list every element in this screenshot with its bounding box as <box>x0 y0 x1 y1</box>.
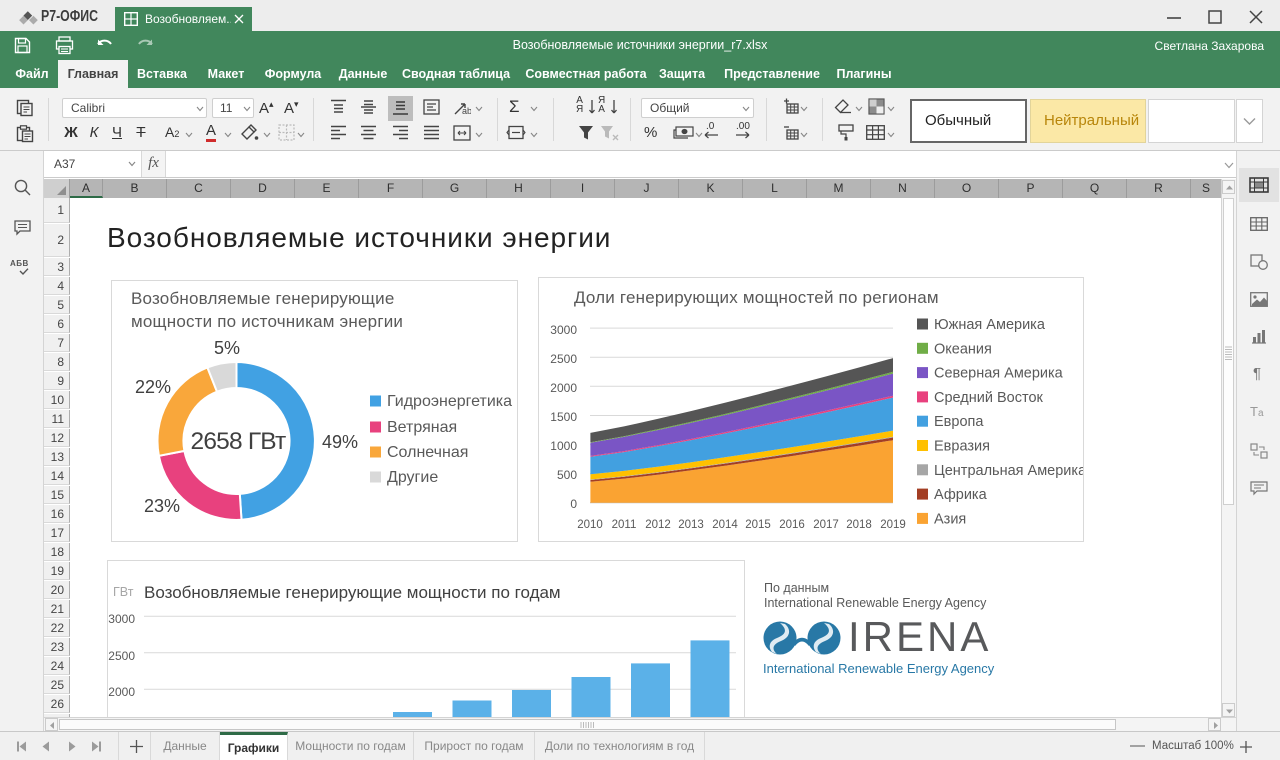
svg-text:23%: 23% <box>144 496 180 516</box>
svg-text:Другие: Другие <box>387 469 438 486</box>
svg-text:2017: 2017 <box>813 519 839 531</box>
svg-text:2011: 2011 <box>612 519 637 531</box>
svg-text:2010: 2010 <box>577 519 603 531</box>
svg-text:Средний Восток: Средний Восток <box>934 390 1044 406</box>
svg-text:2500: 2500 <box>108 649 135 663</box>
svg-text:2012: 2012 <box>645 519 671 531</box>
svg-text:International Renewable Energy: International Renewable Energy Agency <box>763 661 995 676</box>
svg-text:Океания: Океания <box>934 341 992 357</box>
svg-text:Северная Америка: Северная Америка <box>934 366 1064 382</box>
svg-text:2000: 2000 <box>108 685 135 699</box>
svg-text:2658 ГВт: 2658 ГВт <box>191 428 287 455</box>
svg-text:5%: 5% <box>214 338 240 358</box>
svg-text:2013: 2013 <box>678 519 704 531</box>
svg-text:2016: 2016 <box>779 519 805 531</box>
svg-text:IRENA: IRENA <box>848 621 991 660</box>
svg-text:Возобновляемые генерирующие мо: Возобновляемые генерирующие мощности по … <box>144 583 561 602</box>
svg-text:2000: 2000 <box>550 381 577 395</box>
svg-text:1500: 1500 <box>550 410 577 424</box>
svg-text:2014: 2014 <box>712 519 738 531</box>
svg-text:2015: 2015 <box>745 519 771 531</box>
svg-text:Африка: Африка <box>934 487 988 503</box>
svg-text:22%: 22% <box>135 377 171 397</box>
svg-text:1000: 1000 <box>550 439 577 453</box>
svg-text:2500: 2500 <box>550 352 577 366</box>
svg-text:ГВт: ГВт <box>113 585 134 599</box>
svg-text:ab: ab <box>462 106 471 116</box>
svg-text:Азия: Азия <box>934 511 966 527</box>
svg-text:Солнечная: Солнечная <box>387 444 468 461</box>
svg-text:Ветряная: Ветряная <box>387 419 457 436</box>
svg-text:3000: 3000 <box>108 612 135 626</box>
svg-text:49%: 49% <box>322 432 358 452</box>
svg-text:0: 0 <box>570 497 577 511</box>
svg-text:Центральная Америка: Центральная Америка <box>934 463 1083 479</box>
svg-text:Европа: Европа <box>934 414 984 430</box>
svg-text:500: 500 <box>557 468 577 482</box>
svg-text:3000: 3000 <box>550 323 577 337</box>
svg-text:2018: 2018 <box>846 519 872 531</box>
svg-text:Южная Америка: Южная Америка <box>934 317 1046 333</box>
svg-text:2019: 2019 <box>880 519 906 531</box>
svg-text:Гидроэнергетика: Гидроэнергетика <box>387 393 512 410</box>
svg-text:Евразия: Евразия <box>934 439 990 455</box>
